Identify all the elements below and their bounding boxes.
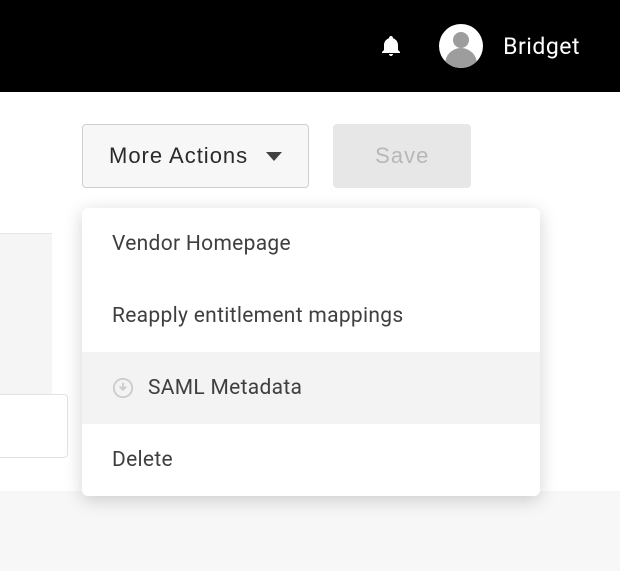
more-actions-dropdown: Vendor Homepage Reapply entitlement mapp…: [82, 208, 540, 496]
input-stub[interactable]: [0, 394, 68, 458]
chevron-down-icon: [266, 152, 282, 161]
username-label: Bridget: [503, 33, 580, 60]
action-row: More Actions Save: [0, 92, 620, 188]
dropdown-item-vendor-homepage[interactable]: Vendor Homepage: [82, 208, 540, 280]
background-lower: [0, 491, 620, 571]
dropdown-item-label: Reapply entitlement mappings: [112, 304, 404, 328]
notifications-bell-icon[interactable]: [379, 34, 403, 58]
dropdown-item-delete[interactable]: Delete: [82, 424, 540, 496]
more-actions-label: More Actions: [109, 143, 248, 169]
more-actions-button[interactable]: More Actions: [82, 124, 309, 188]
dropdown-item-label: Vendor Homepage: [112, 232, 291, 256]
dropdown-item-label: SAML Metadata: [148, 376, 302, 400]
dropdown-item-saml-metadata[interactable]: SAML Metadata: [82, 352, 540, 424]
dropdown-item-reapply-entitlements[interactable]: Reapply entitlement mappings: [82, 280, 540, 352]
user-section[interactable]: Bridget: [439, 24, 580, 68]
avatar: [439, 24, 483, 68]
save-button[interactable]: Save: [333, 124, 471, 188]
download-icon: [112, 377, 134, 399]
top-bar: Bridget: [0, 0, 620, 92]
dropdown-item-label: Delete: [112, 448, 173, 472]
